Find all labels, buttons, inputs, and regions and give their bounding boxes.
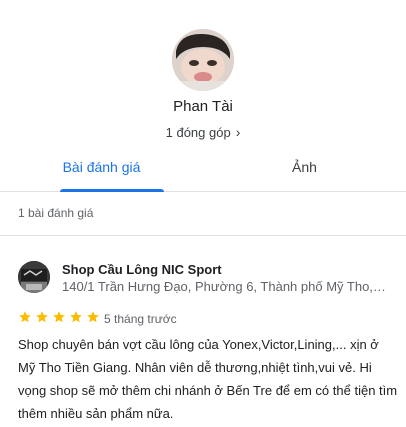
- place-address: 140/1 Trần Hưng Đạo, Phường 6, Thành phố…: [62, 279, 388, 294]
- review-card: Shop Cầu Lông NIC Sport 140/1 Trần Hưng …: [0, 236, 406, 427]
- user-avatar-photo-icon: [172, 29, 234, 91]
- star-icon: [36, 311, 48, 323]
- profile-name: Phan Tài: [173, 98, 233, 115]
- star-icon: [19, 311, 31, 323]
- profile-header: Phan Tài 1 đóng góp ›: [0, 0, 406, 150]
- place-thumbnail[interactable]: [18, 261, 50, 293]
- profile-tabs: Bài đánh giá Ảnh: [0, 150, 406, 192]
- tab-photos[interactable]: Ảnh: [203, 150, 406, 192]
- contributions-label: 1 đóng góp: [165, 125, 231, 140]
- chevron-right-icon: ›: [235, 124, 241, 140]
- tab-reviews-label: Bài đánh giá: [62, 159, 141, 175]
- star-rating: [18, 310, 100, 324]
- star-icon: [87, 311, 99, 323]
- active-tab-indicator: [60, 189, 164, 192]
- review-count: 1 bài đánh giá: [18, 206, 94, 220]
- place-photo-icon: [18, 261, 50, 293]
- tab-reviews[interactable]: Bài đánh giá: [0, 150, 203, 192]
- contributions-link[interactable]: 1 đóng góp ›: [0, 124, 406, 140]
- place-name[interactable]: Shop Cầu Lông NIC Sport: [62, 262, 222, 277]
- tab-photos-label: Ảnh: [292, 159, 317, 175]
- user-avatar[interactable]: [172, 29, 234, 91]
- review-text: Shop chuyên bán vợt cầu lông của Yonex,V…: [18, 337, 398, 421]
- review-time: 5 tháng trước: [104, 312, 177, 326]
- star-icon: [53, 311, 65, 323]
- star-icon: [70, 311, 82, 323]
